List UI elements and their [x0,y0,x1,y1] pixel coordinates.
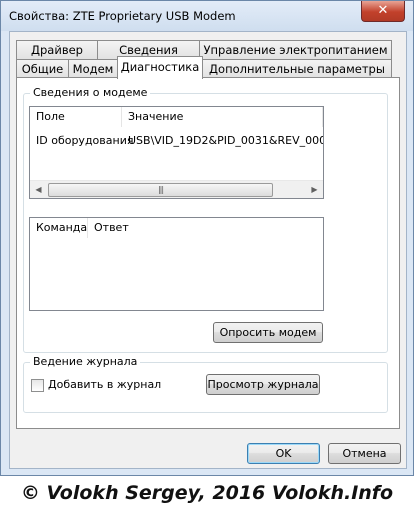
close-button[interactable]: ✕ [361,1,405,22]
scroll-thumb[interactable]: ||| [48,183,273,197]
horizontal-scrollbar[interactable]: ◀ ||| ▶ [30,180,323,198]
tab-advanced-settings[interactable]: Дополнительные параметры связи [202,59,392,94]
scroll-left-icon[interactable]: ◀ [30,181,47,198]
ok-label: OK [275,447,292,460]
row-field[interactable]: ID оборудования [36,134,133,147]
watermark: © Volokh Sergey, 2016 Volokh.Info [0,476,414,510]
column-header-field[interactable]: Поле [30,107,122,127]
cancel-label: Отмена [342,447,387,460]
close-icon: ✕ [377,3,389,18]
window-title: Свойства: ZTE Proprietary USB Modem [9,9,236,23]
grip-icon: ||| [157,185,164,194]
query-modem-label: Опросить модем [219,326,317,339]
log-group-label: Ведение журнала [30,355,141,368]
tab-modem[interactable]: Модем [68,59,118,78]
dialog-client-area: Драйвер Сведения Управление электропитан… [9,31,407,469]
modem-info-group: Сведения о модеме Поле Значение ID обору… [23,86,388,353]
view-log-label: Просмотр журнала [207,378,319,391]
modem-info-list[interactable]: Поле Значение ID оборудования USB\VID_19… [29,106,324,199]
column-header-response[interactable]: Ответ [88,218,323,238]
scroll-right-icon[interactable]: ▶ [306,181,323,198]
tab-diagnostics[interactable]: Диагностика [117,56,203,79]
row-value[interactable]: USB\VID_19D2&PID_0031&REV_0000& [128,134,323,147]
add-to-log-checkbox[interactable] [31,379,44,392]
ok-button[interactable]: OK [247,443,320,464]
add-to-log-label[interactable]: Добавить в журнал [48,378,161,391]
properties-window: Свойства: ZTE Proprietary USB Modem ✕ Др… [0,0,414,476]
title-bar[interactable]: Свойства: ZTE Proprietary USB Modem ✕ [1,1,413,31]
view-log-button[interactable]: Просмотр журнала [206,374,320,395]
diagnostics-panel: Сведения о модеме Поле Значение ID обору… [16,77,400,429]
column-header-command[interactable]: Команда [30,218,88,238]
log-group: Ведение журнала Добавить в журнал Просмо… [23,355,388,413]
tab-power-management[interactable]: Управление электропитанием [199,40,392,59]
tab-driver[interactable]: Драйвер [16,40,98,59]
cancel-button[interactable]: Отмена [328,443,401,464]
tab-general[interactable]: Общие [16,59,69,78]
command-response-list[interactable]: Команда Ответ [29,217,324,311]
query-modem-button[interactable]: Опросить модем [213,322,323,343]
modem-info-group-label: Сведения о модеме [30,86,151,99]
column-header-value[interactable]: Значение [122,107,323,127]
